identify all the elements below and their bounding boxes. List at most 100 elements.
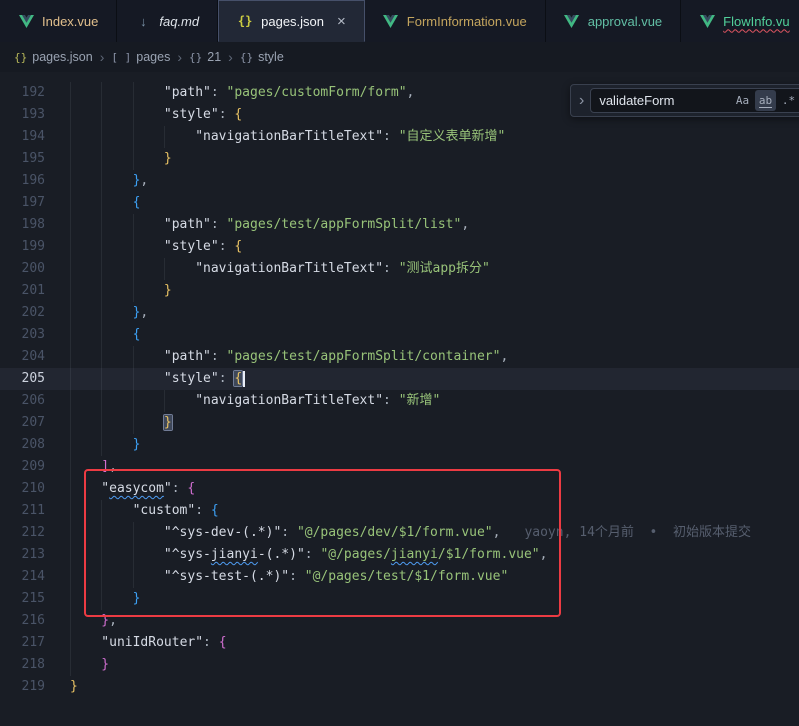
- line-content[interactable]: "easycom": {: [70, 478, 799, 500]
- breadcrumb-item-pages.json[interactable]: {}pages.json: [14, 50, 93, 64]
- find-input-value[interactable]: validateForm: [599, 93, 730, 108]
- line-content[interactable]: "^sys-dev-(.*)": "@/pages/dev/$1/form.vu…: [70, 522, 799, 544]
- line-number[interactable]: 219: [0, 676, 70, 698]
- whole-word-icon[interactable]: ab: [755, 90, 776, 111]
- line-number[interactable]: 199: [0, 236, 70, 258]
- line-number[interactable]: 206: [0, 390, 70, 412]
- tab-pages.json[interactable]: {}pages.json×: [218, 0, 365, 42]
- code-line-213[interactable]: 213"^sys-jianyi-(.*)": "@/pages/jianyi/$…: [0, 544, 799, 566]
- line-content[interactable]: }: [70, 412, 799, 434]
- breadcrumb-item-21[interactable]: {}21: [189, 50, 221, 64]
- code-line-203[interactable]: 203{: [0, 324, 799, 346]
- line-content[interactable]: "uniIdRouter": {: [70, 632, 799, 654]
- line-content[interactable]: }: [70, 280, 799, 302]
- match-case-icon[interactable]: Aa: [732, 90, 753, 111]
- line-content[interactable]: }: [70, 148, 799, 170]
- line-number[interactable]: 196: [0, 170, 70, 192]
- code-line-215[interactable]: 215}: [0, 588, 799, 610]
- code-line-194[interactable]: 194"navigationBarTitleText": "自定义表单新增": [0, 126, 799, 148]
- line-content[interactable]: "navigationBarTitleText": "测试app拆分": [70, 258, 799, 280]
- line-content[interactable]: },: [70, 170, 799, 192]
- line-content[interactable]: },: [70, 610, 799, 632]
- line-number[interactable]: 209: [0, 456, 70, 478]
- line-content[interactable]: "navigationBarTitleText": "自定义表单新增": [70, 126, 799, 148]
- code-line-201[interactable]: 201}: [0, 280, 799, 302]
- tab-faq.md[interactable]: ↓faq.md: [117, 0, 218, 42]
- line-content[interactable]: "navigationBarTitleText": "新增": [70, 390, 799, 412]
- line-content[interactable]: }: [70, 654, 799, 676]
- line-content[interactable]: "^sys-test-(.*)": "@/pages/test/$1/form.…: [70, 566, 799, 588]
- breadcrumb-separator-icon: ›: [100, 49, 105, 65]
- code-line-200[interactable]: 200"navigationBarTitleText": "测试app拆分": [0, 258, 799, 280]
- line-number[interactable]: 208: [0, 434, 70, 456]
- line-number[interactable]: 217: [0, 632, 70, 654]
- find-input[interactable]: validateForm Aa ab .*: [590, 88, 799, 113]
- line-content[interactable]: {: [70, 192, 799, 214]
- line-content[interactable]: }: [70, 676, 799, 698]
- line-number[interactable]: 216: [0, 610, 70, 632]
- indent-guide: [101, 258, 132, 280]
- line-number[interactable]: 198: [0, 214, 70, 236]
- close-icon[interactable]: ×: [337, 14, 346, 29]
- line-content[interactable]: {: [70, 324, 799, 346]
- code-line-206[interactable]: 206"navigationBarTitleText": "新增": [0, 390, 799, 412]
- line-content[interactable]: "custom": {: [70, 500, 799, 522]
- line-content[interactable]: },: [70, 302, 799, 324]
- code-line-211[interactable]: 211"custom": {: [0, 500, 799, 522]
- tab-FormInformation.vue[interactable]: FormInformation.vue: [365, 0, 546, 42]
- line-number[interactable]: 195: [0, 148, 70, 170]
- tab-Index.vue[interactable]: Index.vue: [0, 0, 117, 42]
- line-number[interactable]: 193: [0, 104, 70, 126]
- line-number[interactable]: 218: [0, 654, 70, 676]
- line-number[interactable]: 192: [0, 82, 70, 104]
- line-number[interactable]: 215: [0, 588, 70, 610]
- line-number[interactable]: 205: [0, 368, 70, 390]
- line-number[interactable]: 207: [0, 412, 70, 434]
- line-content[interactable]: }: [70, 434, 799, 456]
- breadcrumb-item-style[interactable]: {}style: [240, 50, 284, 64]
- code-line-204[interactable]: 204"path": "pages/test/appFormSplit/cont…: [0, 346, 799, 368]
- line-content[interactable]: "^sys-jianyi-(.*)": "@/pages/jianyi/$1/f…: [70, 544, 799, 566]
- code-line-195[interactable]: 195}: [0, 148, 799, 170]
- line-number[interactable]: 200: [0, 258, 70, 280]
- line-content[interactable]: "style": {: [70, 368, 799, 390]
- tab-FlowInfo.vu[interactable]: FlowInfo.vu: [681, 0, 799, 42]
- line-number[interactable]: 197: [0, 192, 70, 214]
- line-content[interactable]: "style": {: [70, 236, 799, 258]
- code-line-219[interactable]: 219}: [0, 676, 799, 698]
- code-line-196[interactable]: 196},: [0, 170, 799, 192]
- code-line-197[interactable]: 197{: [0, 192, 799, 214]
- line-number[interactable]: 211: [0, 500, 70, 522]
- regex-icon[interactable]: .*: [778, 90, 799, 111]
- code-line-217[interactable]: 217"uniIdRouter": {: [0, 632, 799, 654]
- line-number[interactable]: 210: [0, 478, 70, 500]
- find-toggle-chevron[interactable]: ›: [579, 93, 584, 109]
- line-number[interactable]: 202: [0, 302, 70, 324]
- line-content[interactable]: }: [70, 588, 799, 610]
- line-number[interactable]: 213: [0, 544, 70, 566]
- line-content[interactable]: "path": "pages/test/appFormSplit/list",: [70, 214, 799, 236]
- code-line-214[interactable]: 214"^sys-test-(.*)": "@/pages/test/$1/fo…: [0, 566, 799, 588]
- code-line-208[interactable]: 208}: [0, 434, 799, 456]
- line-number[interactable]: 212: [0, 522, 70, 544]
- code-line-198[interactable]: 198"path": "pages/test/appFormSplit/list…: [0, 214, 799, 236]
- line-content[interactable]: "path": "pages/test/appFormSplit/contain…: [70, 346, 799, 368]
- code-line-210[interactable]: 210"easycom": {: [0, 478, 799, 500]
- code-line-205[interactable]: 205"style": {: [0, 368, 799, 390]
- tab-approval.vue[interactable]: approval.vue: [546, 0, 681, 42]
- line-number[interactable]: 203: [0, 324, 70, 346]
- code-line-209[interactable]: 209],: [0, 456, 799, 478]
- line-number[interactable]: 194: [0, 126, 70, 148]
- code-line-207[interactable]: 207}: [0, 412, 799, 434]
- line-number[interactable]: 201: [0, 280, 70, 302]
- line-content[interactable]: ],: [70, 456, 799, 478]
- line-number[interactable]: 214: [0, 566, 70, 588]
- breadcrumb-item-pages[interactable]: [ ]pages: [111, 50, 170, 64]
- code-line-218[interactable]: 218}: [0, 654, 799, 676]
- code-line-216[interactable]: 216},: [0, 610, 799, 632]
- code-line-199[interactable]: 199"style": {: [0, 236, 799, 258]
- code-line-212[interactable]: 212"^sys-dev-(.*)": "@/pages/dev/$1/form…: [0, 522, 799, 544]
- line-number[interactable]: 204: [0, 346, 70, 368]
- code-line-202[interactable]: 202},: [0, 302, 799, 324]
- code-token: "@/pages/: [320, 547, 390, 562]
